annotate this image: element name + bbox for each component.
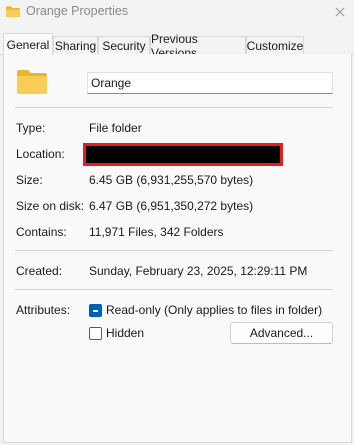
location-label: Location:	[16, 147, 65, 161]
readonly-label: Read-only (Only applies to files in fold…	[106, 303, 323, 317]
tab-label: Security	[102, 38, 146, 53]
divider	[15, 250, 333, 251]
type-value: File folder	[89, 121, 142, 135]
hidden-label: Hidden	[106, 326, 145, 340]
tab-label: General	[6, 37, 50, 52]
size-on-disk-value: 6.47 GB (6,951,350,272 bytes)	[89, 199, 254, 213]
tab-customize[interactable]: Customize	[246, 36, 304, 54]
created-label: Created:	[16, 264, 63, 278]
title-bar: Orange Properties	[0, 0, 354, 28]
size-value: 6.45 GB (6,931,255,570 bytes)	[89, 173, 254, 187]
location-redaction	[83, 143, 283, 166]
type-label: Type:	[16, 121, 46, 135]
close-icon	[335, 7, 345, 17]
hidden-checkbox[interactable]	[89, 327, 102, 340]
redaction-fill	[89, 149, 277, 160]
divider	[15, 107, 333, 108]
tab-label: Customize	[246, 38, 304, 53]
folder-name-input[interactable]	[87, 72, 333, 94]
tab-previous-versions[interactable]: Previous Versions	[150, 32, 246, 60]
folder-icon	[17, 70, 47, 94]
advanced-button[interactable]: Advanced...	[230, 322, 333, 344]
indeterminate-mark	[93, 310, 98, 312]
tab-general[interactable]: General	[3, 33, 53, 55]
contains-value: 11,971 Files, 342 Folders	[89, 225, 224, 239]
size-on-disk-label: Size on disk:	[16, 199, 85, 213]
tab-label: Sharing	[54, 38, 97, 53]
contains-label: Contains:	[16, 225, 67, 239]
tab-security[interactable]: Security	[98, 36, 150, 54]
tab-sharing[interactable]: Sharing	[53, 36, 98, 54]
folder-icon	[6, 6, 20, 17]
readonly-checkbox[interactable]	[89, 304, 102, 317]
size-label: Size:	[16, 173, 43, 187]
close-button[interactable]	[332, 4, 348, 20]
divider	[15, 289, 333, 290]
general-panel	[3, 54, 352, 443]
attributes-label: Attributes:	[16, 303, 71, 317]
created-value: Sunday, February 23, 2025, 12:29:11 PM	[89, 264, 308, 278]
window-title: Orange Properties	[26, 4, 129, 18]
